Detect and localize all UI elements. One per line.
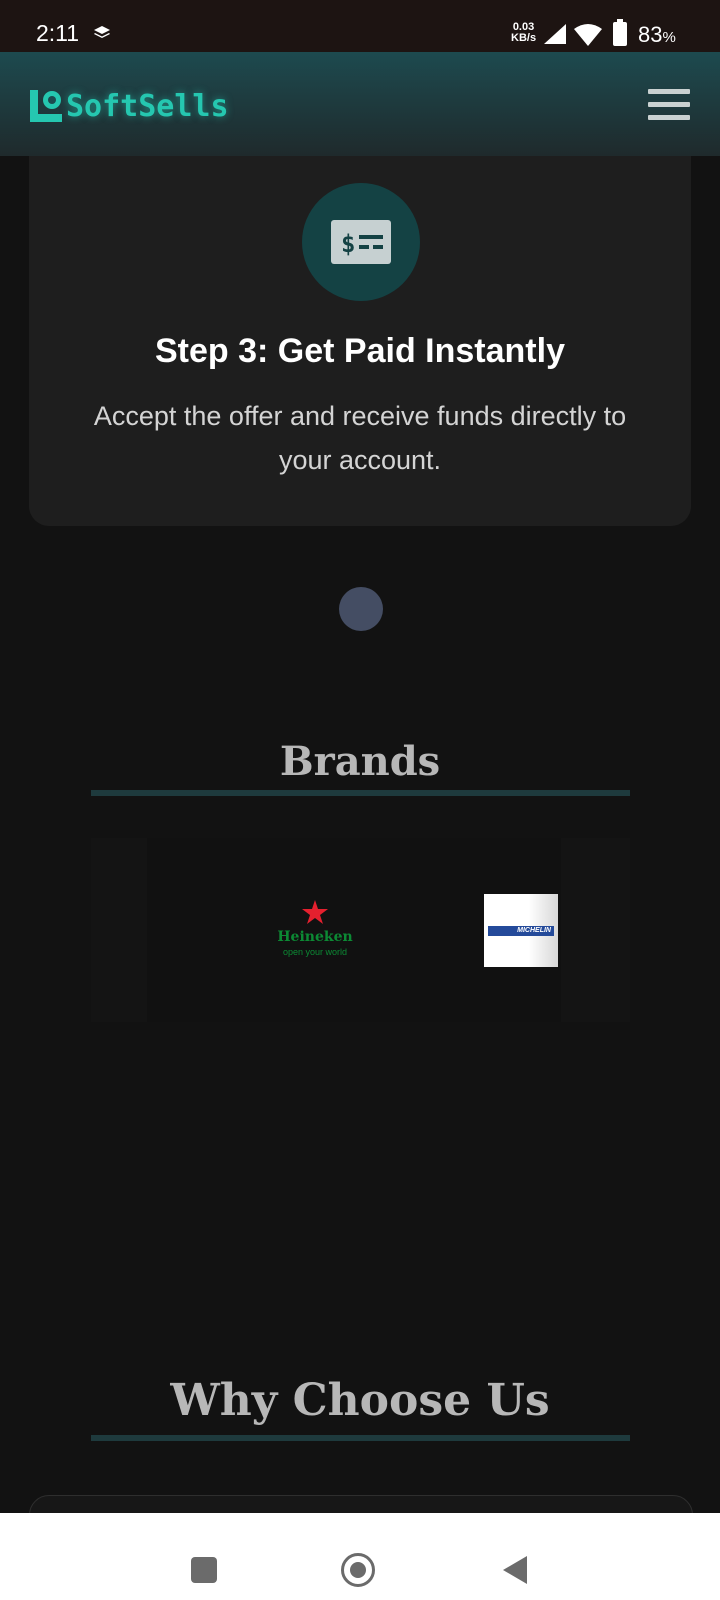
network-speed-unit: KB/s	[511, 32, 537, 44]
brands-carousel[interactable]: Heineken open your world MICHELIN	[91, 838, 630, 1022]
home-circle-icon[interactable]	[341, 1553, 375, 1587]
status-time: 2:11	[36, 20, 80, 46]
battery-unit: %	[662, 29, 676, 46]
logo-text: SoftSells	[66, 88, 229, 124]
system-nav-bar	[0, 1513, 720, 1600]
money-bill-icon: $	[331, 220, 391, 264]
battery-level: 83%	[638, 22, 676, 48]
step-description: Accept the offer and receive funds direc…	[93, 401, 627, 475]
brand-logo-faded-right	[561, 838, 630, 1022]
step-icon-circle: $	[302, 183, 420, 301]
brands-heading: Brands	[279, 738, 441, 785]
hamburger-menu-icon[interactable]	[648, 89, 690, 121]
recents-square-icon[interactable]	[191, 1557, 217, 1583]
battery-icon	[613, 19, 627, 46]
brands-underline	[91, 790, 630, 796]
brand-heineken[interactable]: Heineken open your world	[275, 900, 355, 957]
heineken-tagline: open your world	[282, 947, 348, 957]
step-title: Step 3: Get Paid Instantly	[155, 332, 565, 370]
back-triangle-icon[interactable]	[503, 1556, 527, 1584]
why-choose-us-heading: Why Choose Us	[170, 1375, 550, 1426]
site-header: SoftSells	[0, 52, 720, 156]
softsells-logo-icon	[30, 90, 62, 122]
brand-logo-faded-left	[91, 838, 147, 1022]
layers-icon	[94, 26, 110, 38]
cell-signal-icon	[544, 24, 566, 44]
wifi-icon	[574, 24, 602, 46]
step-card: $ Step 3: Get Paid Instantly Accept the …	[29, 156, 691, 526]
heineken-name: Heineken	[277, 929, 353, 945]
brand-michelin[interactable]: MICHELIN	[484, 894, 558, 967]
logo[interactable]: SoftSells	[28, 88, 229, 124]
michelin-wordmark: MICHELIN	[488, 926, 554, 936]
battery-value: 83	[638, 22, 663, 47]
network-speed: 0.03 KB/s	[511, 22, 536, 44]
svg-text:$: $	[341, 230, 355, 258]
heineken-star-icon	[302, 900, 328, 924]
carousel-indicator-dot[interactable]	[339, 587, 383, 631]
why-choose-us-underline	[91, 1435, 630, 1441]
status-bar: 2:11 0.03 KB/s 83%	[0, 0, 720, 52]
